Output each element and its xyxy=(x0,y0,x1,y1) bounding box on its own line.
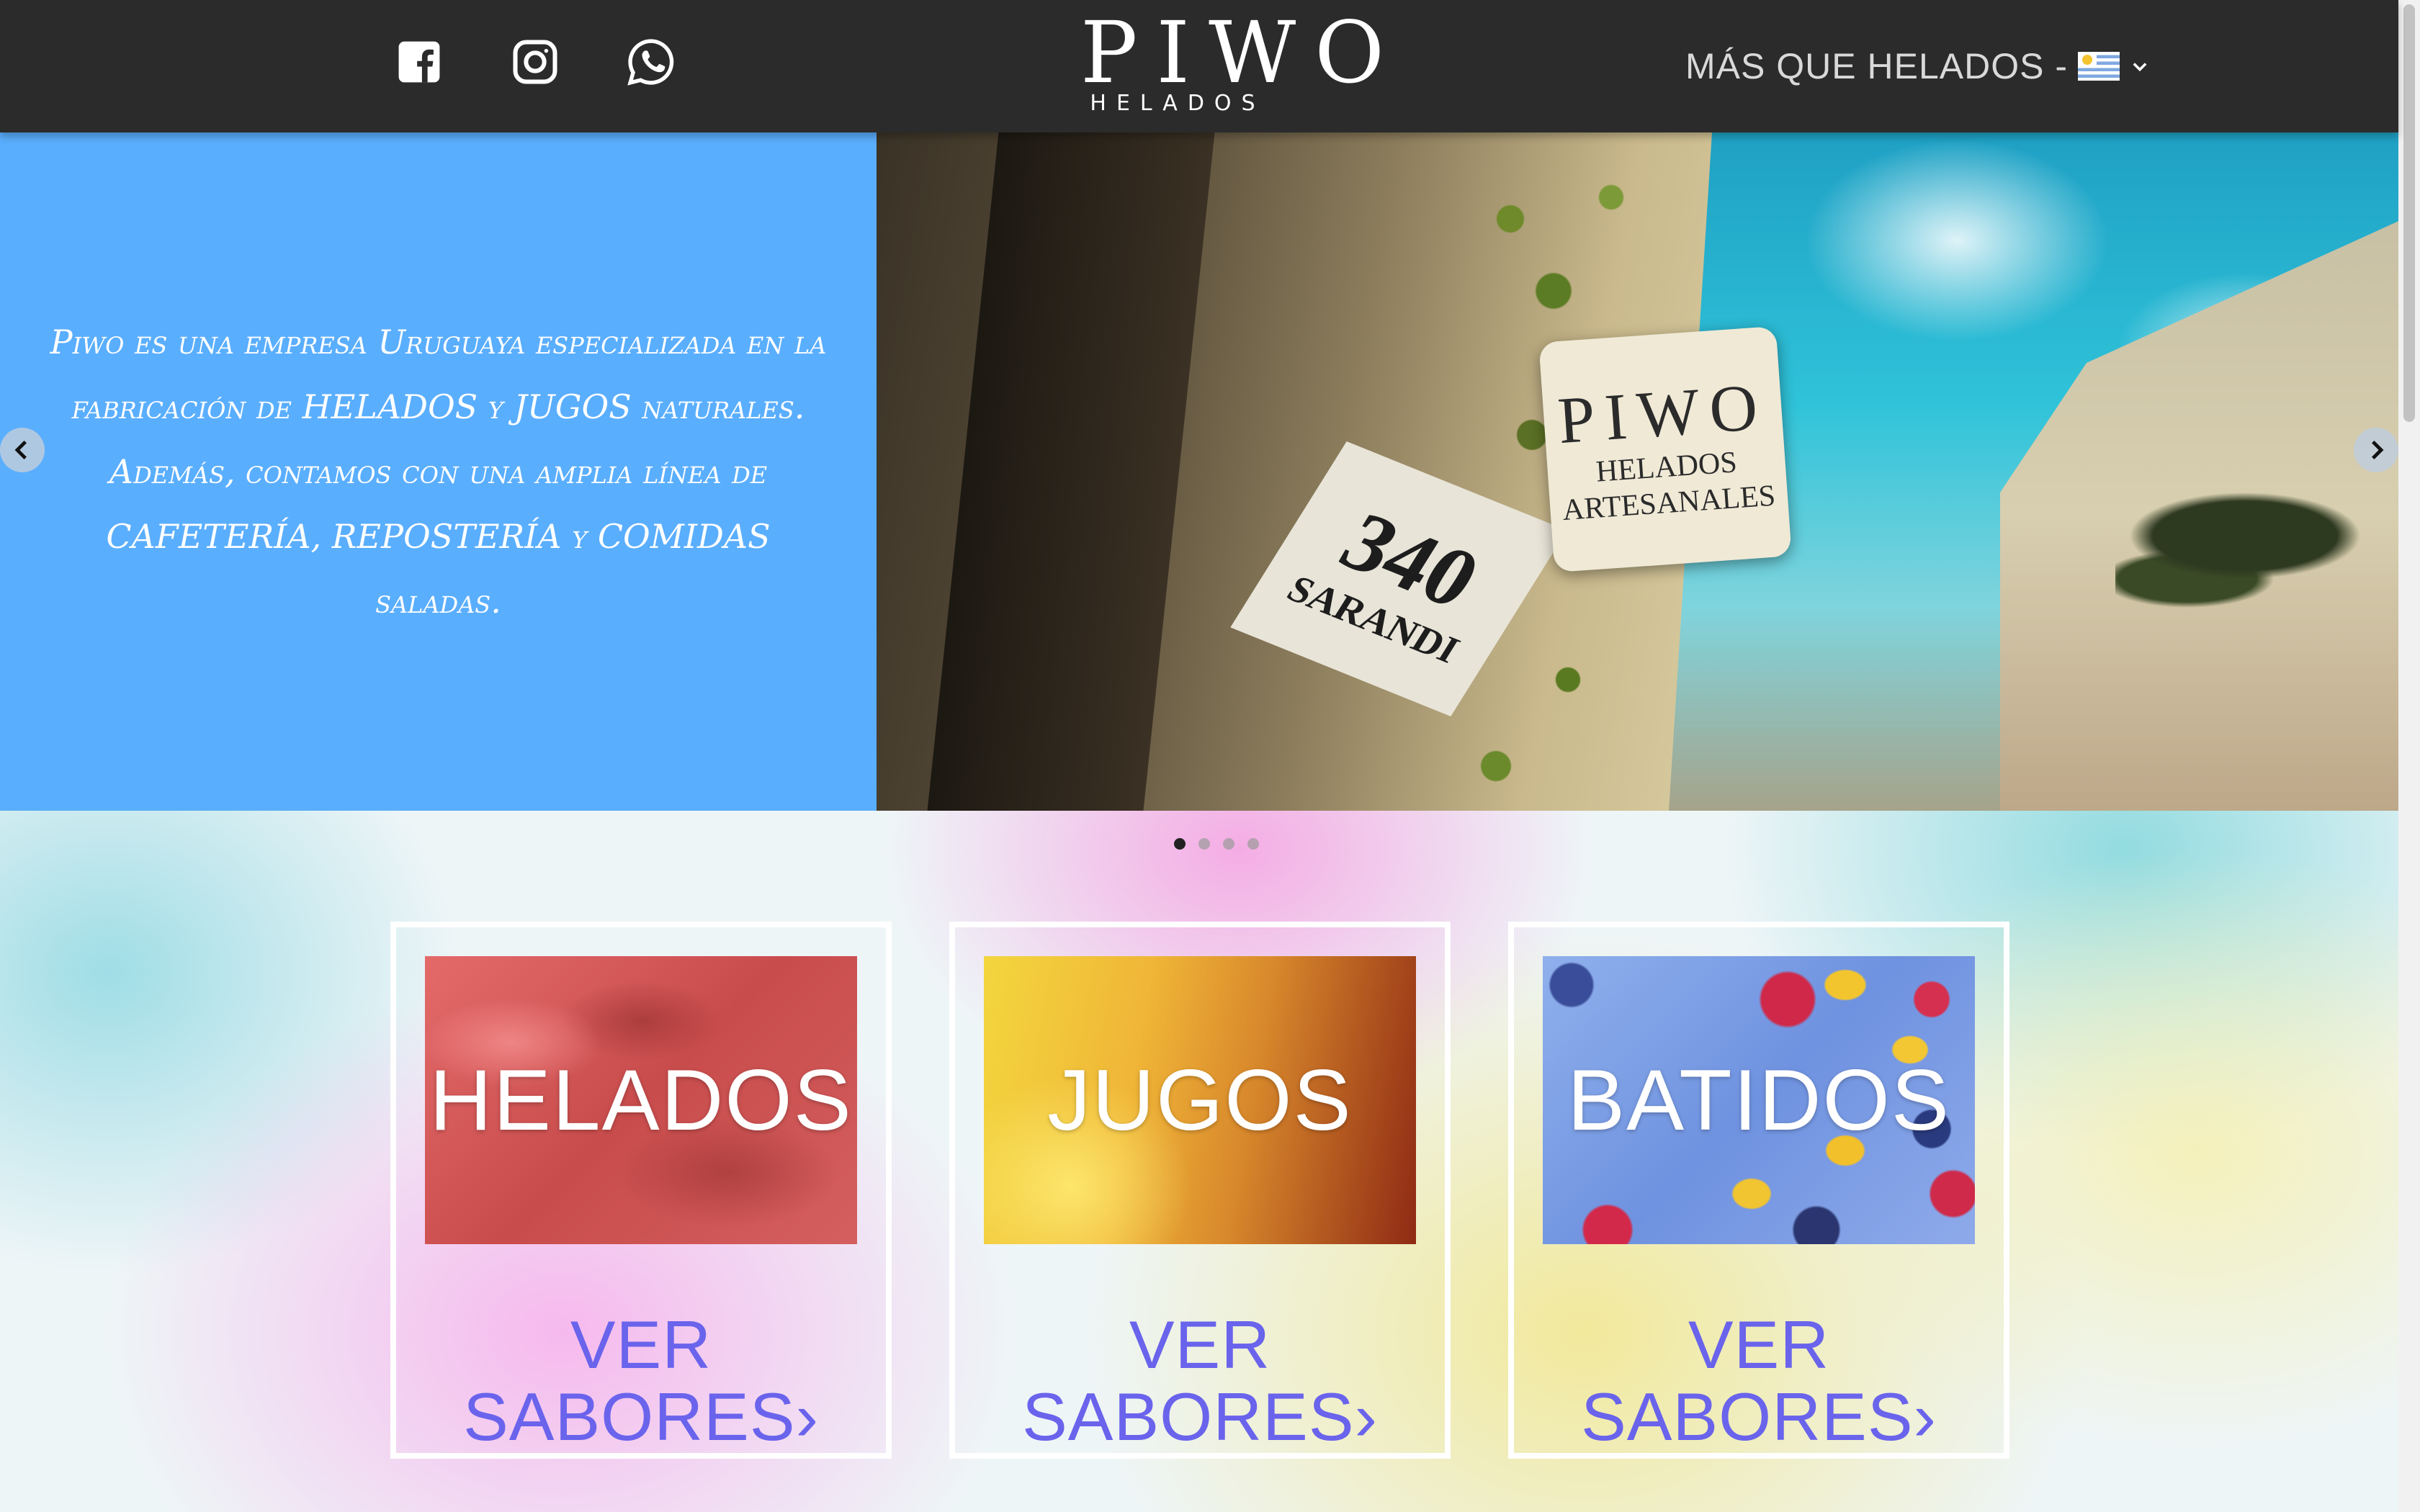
chevron-right-icon xyxy=(2372,440,2384,460)
batidos-image[interactable]: BATIDOS xyxy=(1543,956,1975,1244)
language-selector[interactable]: MÁS QUE HELADOS - xyxy=(1685,39,2150,94)
chevron-left-icon xyxy=(14,440,27,460)
photo-shop-sign: PIWO HELADOS ARTESANALES xyxy=(1538,325,1792,573)
whatsapp-icon[interactable] xyxy=(621,32,681,92)
shop-sign-name: PIWO xyxy=(1555,369,1770,458)
ver-sabores-link[interactable]: VER SABORES› xyxy=(955,1309,1445,1453)
carousel-dot[interactable] xyxy=(1174,838,1186,850)
ver-sabores-link[interactable]: VER SABORES› xyxy=(1514,1309,2004,1453)
card-title: JUGOS xyxy=(1047,1052,1353,1148)
jugos-image[interactable]: JUGOS xyxy=(984,956,1416,1244)
carousel-prev-button[interactable] xyxy=(0,428,45,472)
logo-wordmark: PIWO xyxy=(1080,3,1404,102)
instagram-icon[interactable] xyxy=(505,32,565,92)
page-scrollbar[interactable] xyxy=(2398,0,2420,1512)
uruguay-flag-icon xyxy=(2078,52,2120,81)
card-jugos: JUGOS VER SABORES› xyxy=(949,922,1451,1459)
carousel-dot[interactable] xyxy=(1223,838,1234,850)
language-label: MÁS QUE HELADOS - xyxy=(1685,46,2068,86)
chevron-down-icon xyxy=(2133,63,2147,72)
piwo-logo[interactable]: PIWO HELADOS xyxy=(1080,3,1404,121)
top-navbar: PIWO HELADOS MÁS QUE HELADOS - xyxy=(0,0,2398,132)
carousel-dot[interactable] xyxy=(1247,838,1259,850)
card-title: HELADOS xyxy=(429,1052,853,1148)
ver-sabores-link[interactable]: VER SABORES› xyxy=(396,1309,886,1453)
logo-subtitle: HELADOS xyxy=(1090,91,1265,116)
slide-description: Piwo es una empresa Uruguaya especializa… xyxy=(50,323,827,621)
card-helados: HELADOS VER SABORES› xyxy=(390,922,892,1459)
card-title: BATIDOS xyxy=(1567,1052,1950,1148)
photo-palms xyxy=(2115,464,2375,752)
card-batidos: BATIDOS VER SABORES› xyxy=(1508,922,2009,1459)
slide-photo: 340 SARANDI PIWO HELADOS ARTESANALES xyxy=(877,132,2398,811)
helados-image[interactable]: HELADOS xyxy=(425,956,857,1244)
carousel-next-button[interactable] xyxy=(2354,428,2398,472)
shop-sign-line3: ARTESANALES xyxy=(1561,479,1777,528)
carousel-indicators xyxy=(1174,838,1259,850)
carousel-dot[interactable] xyxy=(1198,838,1210,850)
hero-carousel: Piwo es una empresa Uruguaya especializa… xyxy=(0,132,2398,811)
slide-text-panel: Piwo es una empresa Uruguaya especializa… xyxy=(0,132,877,811)
scrollbar-thumb[interactable] xyxy=(2403,4,2415,422)
facebook-icon[interactable] xyxy=(389,32,449,92)
